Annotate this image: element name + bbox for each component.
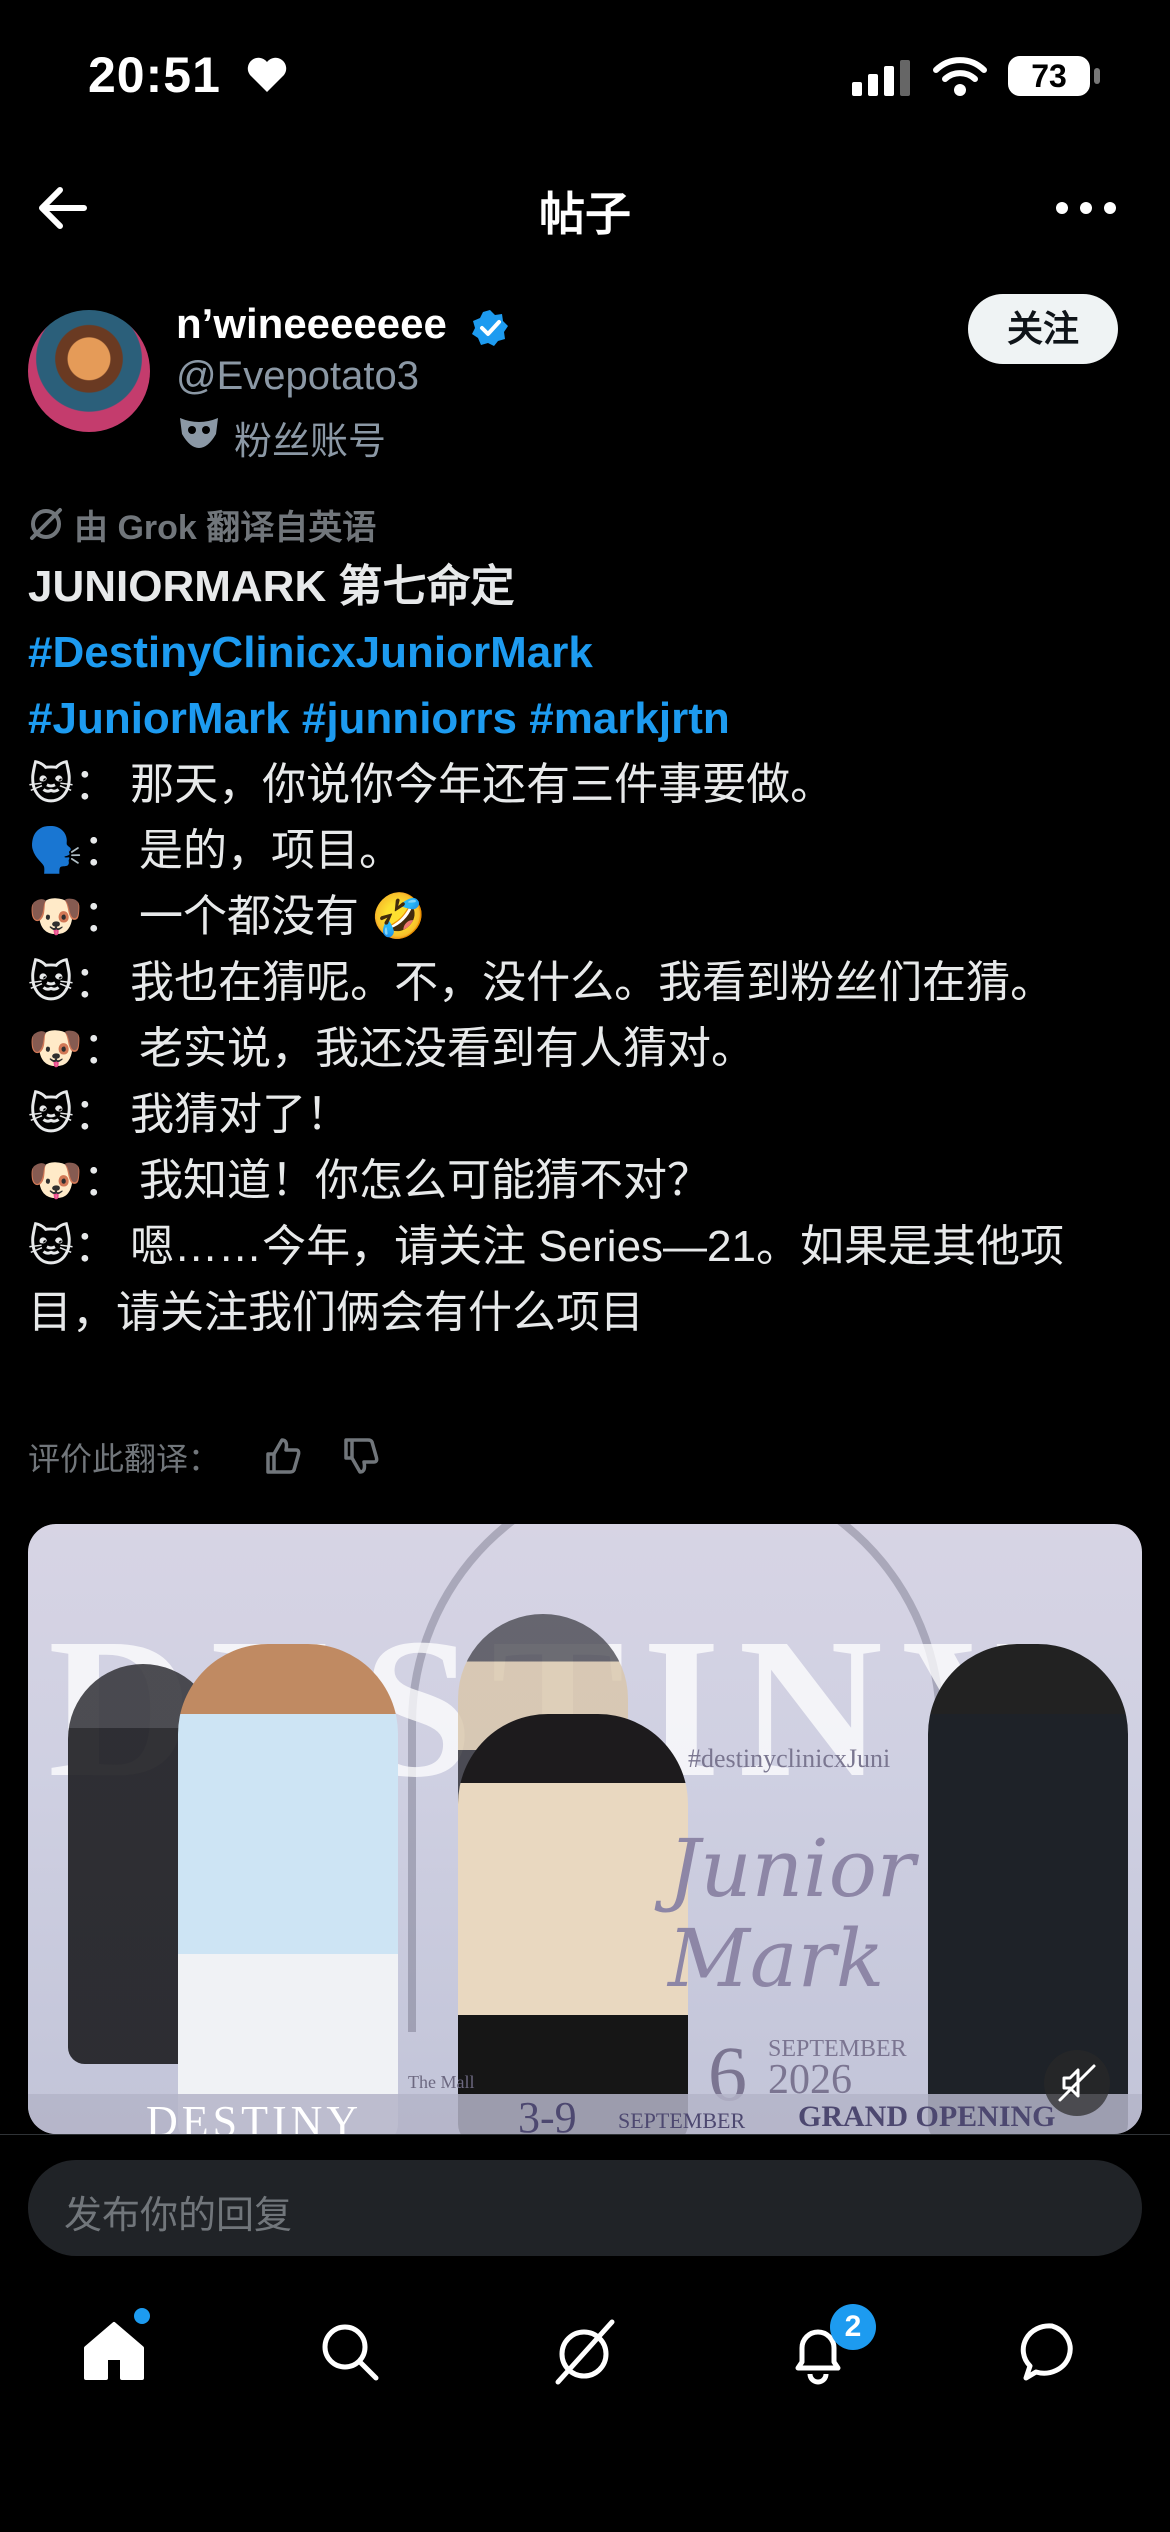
heart-icon <box>247 57 287 92</box>
cellular-signal-icon <box>852 60 910 96</box>
speaker-emoji: 🐶 <box>28 892 83 941</box>
person-silhouette <box>458 1714 688 2134</box>
dialogue-text: ： 老实说，我还没看到有人猜对。 <box>82 1024 756 1073</box>
backdrop-bottom-brand: DESTINY <box>146 2097 363 2134</box>
notification-count-badge: 2 <box>830 2304 876 2350</box>
home-icon[interactable] <box>82 2320 146 2382</box>
grok-icon[interactable] <box>548 2316 620 2388</box>
translation-note: 由 Grok 翻译自英语 <box>74 509 377 547</box>
dialogue-line: 🐱： 我也在猜呢。不，没什么。我看到粉丝们在猜。 <box>28 950 1142 1016</box>
dialogue-text: ： 我知道！你怎么可能猜不对？ <box>82 1156 712 1205</box>
reply-placeholder: 发布你的回复 <box>64 2195 293 2237</box>
avatar[interactable] <box>28 310 150 432</box>
follow-button[interactable]: 关注 <box>968 294 1118 364</box>
post-body: JUNIORMARK 第七命定 #DestinyClinicxJuniorMar… <box>28 554 1142 1346</box>
dialogue-text: ： 嗯……今年，请关注 Series—21。如果是其他项目，请关注我们俩会有什么… <box>28 1222 1064 1337</box>
speaker-emoji: 🐱 <box>28 958 74 1007</box>
post-media-image[interactable]: DESTINY #destinyclinicxJuni JuniorMark T… <box>28 1524 1142 2134</box>
author-name[interactable]: n’wineeeeeee <box>176 300 447 348</box>
mute-button[interactable] <box>1044 2050 1110 2116</box>
dialogue-text: ： 一个都没有 🤣 <box>82 892 427 941</box>
rate-translation-label: 评价此翻译： <box>28 1441 221 1477</box>
page-title: 帖子 <box>539 188 631 240</box>
speaker-emoji: 🐶 <box>28 1024 83 1073</box>
verified-badge-icon <box>472 310 508 346</box>
dialogue-line: 🐶： 一个都没有 🤣 <box>28 884 1142 950</box>
backdrop-script-text: Junior Mark <box>668 1824 915 2004</box>
dialogue-line: 🐶： 老实说，我还没看到有人猜对。 <box>28 1016 1142 1082</box>
speaker-emoji: 🐱 <box>28 1090 74 1139</box>
search-icon[interactable] <box>318 2320 382 2384</box>
thumbs-down-icon[interactable] <box>340 1436 380 1476</box>
script-line-1: Junior <box>668 1822 916 1915</box>
dialogue-text: ： 我猜对了！ <box>73 1090 351 1139</box>
reply-input[interactable]: 发布你的回复 <box>28 2160 1142 2256</box>
more-options-icon[interactable] <box>1052 190 1120 226</box>
speaker-emoji: 🗣️ <box>28 826 83 875</box>
backdrop-bottom-dates: 3-9 <box>518 2093 577 2134</box>
mask-icon <box>180 418 218 448</box>
hashtag-line[interactable]: #JuniorMark #junniorrs #markjrtn <box>28 686 1142 752</box>
script-line-2: Mark <box>668 1912 885 2005</box>
home-notification-dot <box>134 2308 150 2324</box>
hashtag-line[interactable]: #DestinyClinicxJuniorMark <box>28 620 1142 686</box>
status-time: 20:51 <box>88 47 221 103</box>
dialogue-line: 🐱： 我猜对了！ <box>28 1082 1142 1148</box>
dialogue-text: ： 是的，项目。 <box>82 826 404 875</box>
backdrop-mall-text: The Mall <box>408 2072 475 2092</box>
thumbs-up-icon[interactable] <box>262 1436 302 1476</box>
wifi-icon <box>933 57 987 96</box>
divider <box>0 2134 1170 2135</box>
dialogue-line: 🗣️： 是的，项目。 <box>28 818 1142 884</box>
dialogue-text: ： 那天，你说你今年还有三件事要做。 <box>73 760 835 809</box>
post-title: JUNIORMARK 第七命定 <box>28 562 515 611</box>
account-type-label: 粉丝账号 <box>234 421 387 463</box>
person-silhouette <box>178 1644 398 2134</box>
battery-tip <box>1094 68 1100 84</box>
grok-translate-icon <box>30 508 62 540</box>
backdrop-bottom-month: SEPTEMBER <box>618 2108 746 2133</box>
backdrop-hashtag: #destinyclinicxJuni <box>688 1744 891 1773</box>
speaker-emoji: 🐱 <box>28 760 74 809</box>
battery-level: 73 <box>1008 56 1090 96</box>
dialogue-text: ： 我也在猜呢。不，没什么。我看到粉丝们在猜。 <box>73 958 1055 1007</box>
mute-speaker-icon <box>1058 2064 1096 2102</box>
author-handle[interactable]: @Evepotato3 <box>176 354 419 399</box>
speaker-emoji: 🐶 <box>28 1156 83 1205</box>
messages-icon[interactable] <box>1020 2320 1084 2384</box>
speaker-emoji: 🐱 <box>28 1222 74 1271</box>
dialogue-line: 🐱： 那天，你说你今年还有三件事要做。 <box>28 752 1142 818</box>
dialogue-line: 🐱： 嗯……今年，请关注 Series—21。如果是其他项目，请关注我们俩会有什… <box>28 1214 1142 1346</box>
backdrop-bottom-event: GRAND OPENING <box>798 2100 1056 2133</box>
dialogue-line: 🐶： 我知道！你怎么可能猜不对？ <box>28 1148 1142 1214</box>
